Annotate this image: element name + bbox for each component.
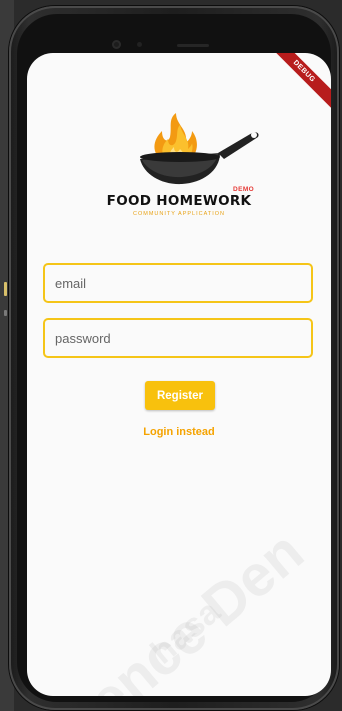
speaker-grille (177, 44, 209, 47)
brand-subtitle: COMMUNITY APPLICATION (132, 211, 225, 217)
background-mark (4, 282, 7, 296)
front-camera-icon (112, 40, 121, 49)
login-instead-link[interactable]: Login instead (27, 426, 331, 438)
brand-badge: DEMO (233, 186, 255, 193)
sensor-icon (137, 42, 142, 47)
background-mark (4, 310, 7, 316)
flaming-frying-pan-icon (140, 113, 259, 185)
password-input[interactable] (45, 320, 311, 356)
app-logo: DEMO FOOD HOMEWORK COMMUNITY APPLICATION (92, 113, 266, 223)
app-screen: ence Den hasa DEBUG DEMO FOOD HOMEWORK C… (27, 53, 331, 696)
brand-title: FOOD HOMEWORK (106, 193, 252, 209)
debug-banner: DEBUG (260, 53, 331, 115)
password-field[interactable] (43, 318, 313, 358)
email-field[interactable] (43, 263, 313, 303)
email-input[interactable] (45, 265, 311, 301)
register-button[interactable]: Register (145, 381, 215, 410)
